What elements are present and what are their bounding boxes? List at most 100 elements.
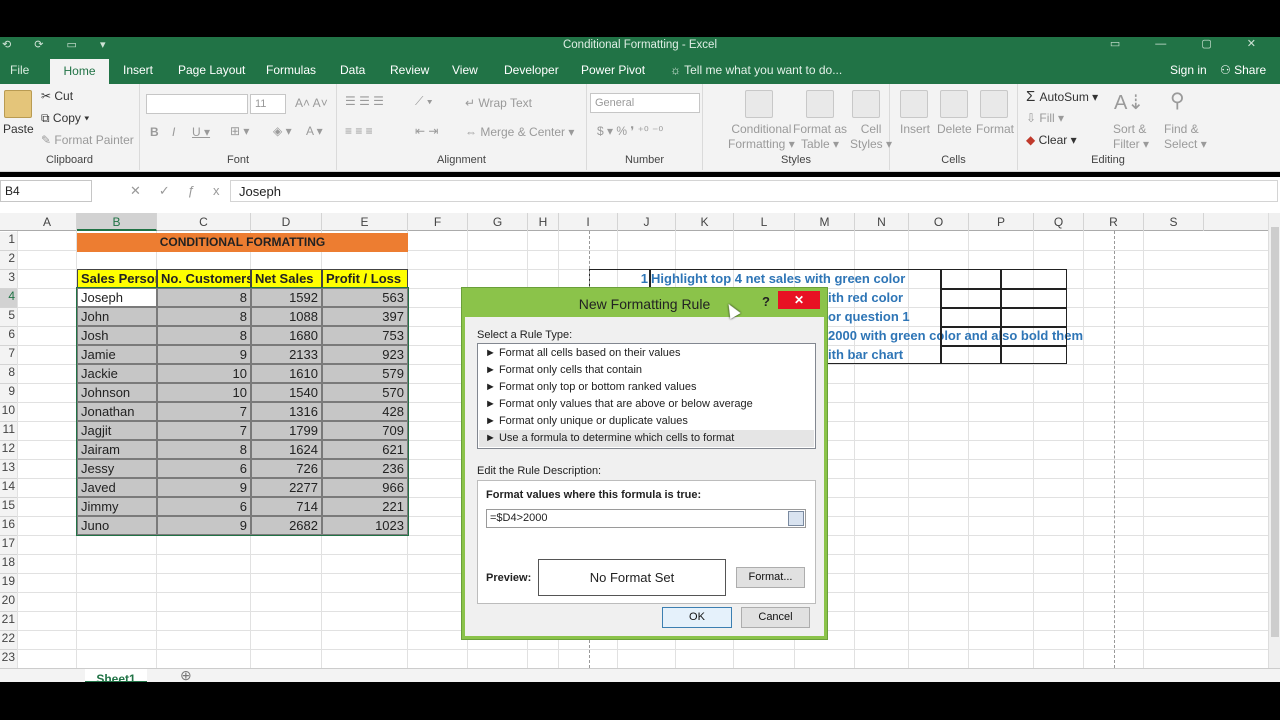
column-header[interactable]: F [408, 213, 468, 231]
row-header[interactable]: 3 [0, 270, 17, 289]
tab-page-layout[interactable]: Page Layout [178, 63, 245, 77]
ok-button[interactable]: OK [662, 607, 732, 628]
row-header[interactable]: 9 [0, 384, 17, 403]
column-header[interactable]: G [468, 213, 528, 231]
table-cell[interactable]: 1624 [251, 440, 322, 459]
format-painter-button[interactable]: ✎ Format Painter [41, 133, 134, 147]
table-cell[interactable]: 7 [157, 402, 251, 421]
formula-field[interactable]: =$D4>2000 [486, 509, 806, 528]
table-cell[interactable]: 2682 [251, 516, 322, 535]
conditional-formatting-button[interactable]: Conditional Formatting ▾ [728, 122, 795, 152]
column-header[interactable]: Q [1034, 213, 1084, 231]
row-header[interactable]: 11 [0, 422, 17, 441]
table-cell[interactable]: 966 [322, 478, 408, 497]
indent-buttons[interactable]: ⇤ ⇥ [415, 124, 438, 138]
table-cell[interactable]: Josh [77, 326, 157, 345]
column-header[interactable]: N [855, 213, 909, 231]
column-header[interactable]: A [18, 213, 77, 231]
table-cell[interactable]: 1540 [251, 383, 322, 402]
fill-button[interactable]: ⇩ Fill ▾ [1026, 111, 1064, 125]
find-select-button[interactable]: Find & Select ▾ [1164, 122, 1207, 152]
table-cell[interactable]: 6 [157, 459, 251, 478]
tab-developer[interactable]: Developer [504, 63, 559, 77]
table-cell[interactable]: 726 [251, 459, 322, 478]
orientation-button[interactable]: ⟋ ▾ [415, 94, 433, 109]
table-cell[interactable]: Jackie [77, 364, 157, 383]
table-cell[interactable]: Jairam [77, 440, 157, 459]
delete-cells-button[interactable]: Delete [937, 122, 972, 136]
help-button[interactable]: ? [762, 294, 770, 309]
table-cell[interactable]: 6 [157, 497, 251, 516]
table-cell[interactable]: 579 [322, 364, 408, 383]
column-header[interactable]: P [969, 213, 1034, 231]
table-cell[interactable]: 7 [157, 421, 251, 440]
table-cell[interactable]: 236 [322, 459, 408, 478]
clear-button[interactable]: ◆ Clear ▾ [1026, 133, 1077, 147]
rule-type-item[interactable]: ► Format only top or bottom ranked value… [479, 379, 814, 396]
row-header[interactable]: 4 [0, 289, 17, 308]
column-header[interactable]: K [676, 213, 734, 231]
font-color-button[interactable]: A ▾ [306, 124, 323, 138]
table-cell[interactable]: 1610 [251, 364, 322, 383]
table-cell[interactable]: 10 [157, 383, 251, 402]
table-cell[interactable]: 1680 [251, 326, 322, 345]
row-header[interactable]: 19 [0, 574, 17, 593]
table-header-cell[interactable]: Profit / Loss [322, 269, 408, 288]
share-button[interactable]: ⚇ Share [1220, 63, 1266, 77]
format-button[interactable]: Format... [736, 567, 805, 588]
table-cell[interactable]: 1316 [251, 402, 322, 421]
window-controls[interactable]: ▭ — ▢ ✕ [1110, 37, 1272, 50]
row-header[interactable]: 21 [0, 612, 17, 631]
sheet-tab-sheet1[interactable]: Sheet1 [85, 669, 147, 682]
table-cell[interactable]: 8 [157, 307, 251, 326]
row-header[interactable]: 2 [0, 251, 17, 270]
table-cell[interactable]: 621 [322, 440, 408, 459]
fill-color-button[interactable]: ◈ ▾ [273, 124, 292, 138]
tab-power-pivot[interactable]: Power Pivot [581, 63, 645, 77]
cut-button[interactable]: ✂ Cut [41, 89, 73, 103]
vertical-scrollbar[interactable] [1268, 213, 1280, 668]
bold-button[interactable]: B [150, 125, 159, 139]
row-header[interactable]: 15 [0, 498, 17, 517]
table-cell[interactable]: 563 [322, 288, 408, 307]
name-box[interactable]: B4 [0, 180, 92, 202]
tab-insert[interactable]: Insert [123, 63, 153, 77]
row-header[interactable]: 18 [0, 555, 17, 574]
dialog-title-bar[interactable]: New Formatting Rule ? ✕ [465, 291, 824, 317]
grow-shrink-font-buttons[interactable]: A˄ A˅ [295, 96, 328, 110]
rule-type-item[interactable]: ► Format only cells that contain [479, 362, 814, 379]
row-header[interactable]: 7 [0, 346, 17, 365]
table-cell[interactable]: 714 [251, 497, 322, 516]
range-select-icon[interactable] [788, 511, 804, 526]
table-cell[interactable]: 8 [157, 288, 251, 307]
rule-type-item-selected[interactable]: ► Use a formula to determine which cells… [479, 430, 814, 447]
column-header[interactable]: M [795, 213, 855, 231]
rule-type-item[interactable]: ► Format only unique or duplicate values [479, 413, 814, 430]
vertical-align-buttons[interactable]: ☰ ☰ ☰ [345, 94, 384, 108]
row-header[interactable]: 5 [0, 308, 17, 327]
column-header[interactable]: L [734, 213, 795, 231]
table-cell[interactable]: 2133 [251, 345, 322, 364]
cancel-button[interactable]: Cancel [741, 607, 810, 628]
table-cell[interactable]: Joseph [77, 288, 157, 307]
wrap-text-button[interactable]: ↵ Wrap Text [465, 96, 532, 110]
tab-formulas[interactable]: Formulas [266, 63, 316, 77]
row-header[interactable]: 22 [0, 631, 17, 650]
tab-file[interactable]: File [10, 63, 29, 77]
merge-center-button[interactable]: ⇔ Merge & Center ▾ [465, 125, 574, 139]
paste-button[interactable]: Paste [3, 122, 34, 136]
column-header[interactable]: J [618, 213, 676, 231]
table-cell[interactable]: 9 [157, 516, 251, 535]
scroll-thumb[interactable] [1271, 227, 1279, 637]
row-header[interactable]: 23 [0, 650, 17, 669]
table-cell[interactable]: 570 [322, 383, 408, 402]
table-cell[interactable]: 923 [322, 345, 408, 364]
column-header[interactable]: B [77, 213, 157, 231]
table-cell[interactable]: Javed [77, 478, 157, 497]
format-cells-button[interactable]: Format [976, 122, 1014, 136]
table-cell[interactable]: 1023 [322, 516, 408, 535]
insert-cells-button[interactable]: Insert [900, 122, 930, 136]
number-format-buttons[interactable]: $ ▾ % ❜ ⁺⁰ ⁻⁰ [597, 124, 663, 138]
table-cell[interactable]: Jimmy [77, 497, 157, 516]
table-cell[interactable]: 8 [157, 440, 251, 459]
